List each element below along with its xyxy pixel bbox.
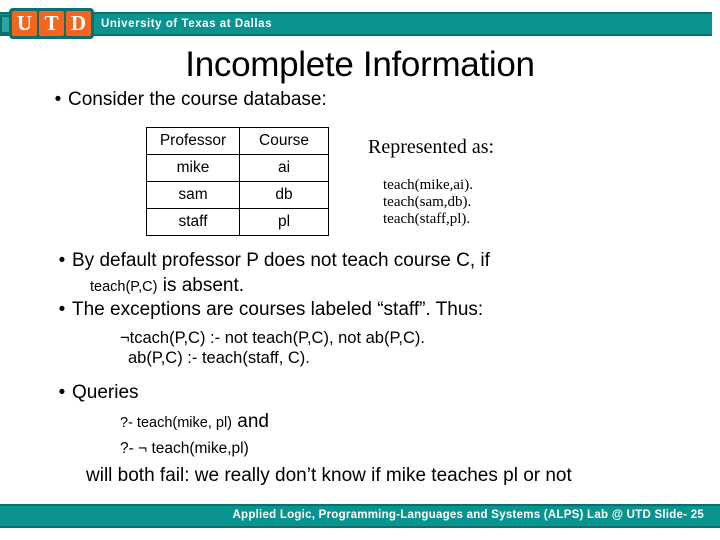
represented-as-heading: Represented as: [368, 136, 495, 158]
query-1-suffix: and [232, 411, 269, 432]
bullet-default: • By default professor P does not teach … [52, 249, 490, 273]
bullet-dot-icon: • [54, 89, 62, 110]
table-row: mike ai [146, 154, 329, 182]
default-code-term: teach(P,C) [90, 279, 158, 295]
table-row: staff pl [146, 208, 329, 236]
fact-line: teach(mike,ai). [383, 177, 473, 193]
query-line-2: ?- ¬ teach(mike,pl) [120, 440, 249, 457]
column-header-professor: Professor [146, 127, 240, 155]
bullet-dot-icon: • [58, 382, 66, 403]
page-title: Incomplete Information [185, 45, 535, 84]
bullet-dot-icon: • [58, 250, 66, 271]
bullet-consider-label: Consider the course database: [68, 89, 327, 110]
rules-block: ¬tcach(P,C) :- not teach(P,C), not ab(P,… [120, 328, 425, 368]
bullet-consider: • Consider the course database: [48, 88, 327, 112]
cell-course: ai [239, 154, 329, 182]
rule-line: ¬tcach(P,C) :- not teach(P,C), not ab(P,… [120, 329, 425, 347]
footer-text: Applied Logic, Programming-Languages and… [232, 509, 704, 521]
logo-letter-d: D [66, 11, 91, 36]
column-header-course: Course [239, 127, 329, 155]
utd-logo: U T D [9, 8, 94, 39]
logo-letter-t: T [39, 11, 64, 36]
cell-professor: mike [146, 154, 240, 182]
table-row: sam db [146, 181, 329, 209]
cell-course: db [239, 181, 329, 209]
course-database-table: Professor Course mike ai sam db staff pl [146, 127, 329, 236]
bullet-queries-label: Queries [72, 382, 139, 403]
bullet-default-label: By default professor P does not teach co… [72, 250, 490, 271]
query-line-1: ?- teach(mike, pl) and [120, 410, 269, 435]
fact-line: teach(staff,pl). [383, 211, 471, 227]
bullet-queries: • Queries [52, 381, 139, 405]
cell-professor: sam [146, 181, 240, 209]
default-code-rest: is absent. [157, 275, 245, 296]
cell-course: pl [239, 208, 329, 236]
conclusion-text: will both fail: we really don’t know if … [86, 465, 572, 486]
university-name: University of Texas at Dallas [101, 18, 273, 30]
facts-block: teach(mike,ai). teach(sam,db). teach(sta… [383, 177, 473, 228]
query-1-code: ?- teach(mike, pl) [120, 415, 233, 431]
bullet-exceptions-label: The exceptions are courses labeled “staf… [72, 299, 484, 320]
table-header-row: Professor Course [146, 127, 329, 155]
cell-professor: staff [146, 208, 240, 236]
fact-line: teach(sam,db). [383, 194, 472, 210]
bullet-default-continuation: teach(P,C) is absent. [90, 274, 244, 299]
bullet-exceptions: • The exceptions are courses labeled “st… [52, 298, 484, 322]
bullet-dot-icon: • [58, 299, 66, 320]
rule-line: ab(P,C) :- teach(staff, C). [128, 349, 310, 367]
logo-letter-u: U [12, 11, 37, 36]
